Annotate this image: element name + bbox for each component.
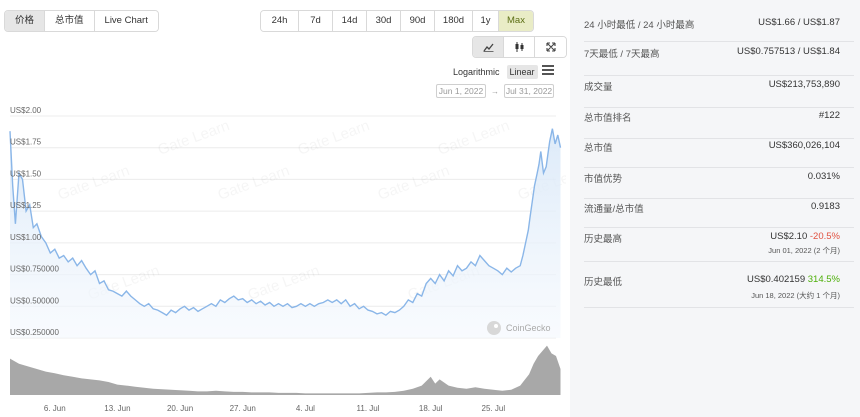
y-tick-label: US$2.00: [10, 106, 42, 115]
atl-change: 314.5%: [807, 274, 840, 285]
tab-market-cap[interactable]: 总市值: [45, 11, 95, 31]
stat-market-cap-rank: 总市值排名 #122: [584, 110, 854, 139]
watermark-text: Gate Learn: [296, 117, 372, 159]
y-tick-label: US$1.00: [10, 233, 42, 242]
stat-all-time-low: 历史最低 US$0.402159 314.5% Jun 18, 2022 (大约…: [584, 274, 854, 308]
tab-price[interactable]: 价格: [5, 11, 46, 31]
date-to-input[interactable]: Jul 31, 2022: [504, 84, 554, 98]
stat-label: 7天最低 / 7天最高: [584, 49, 660, 60]
range-14d[interactable]: 14d: [333, 11, 367, 31]
ath-change: -20.5%: [809, 231, 840, 242]
range-180d[interactable]: 180d: [435, 11, 473, 31]
price-area: [10, 128, 561, 338]
stats-panel: 24 小时最低 / 24 小时最高 US$1.66 / US$1.87 7天最低…: [570, 0, 860, 417]
stat-value: US$2.10 -20.5%: [770, 231, 840, 242]
range-max[interactable]: Max: [499, 11, 533, 31]
tab-live-chart[interactable]: Live Chart: [94, 11, 158, 31]
stat-7d-range: 7天最低 / 7天最高 US$0.757513 / US$1.84: [584, 46, 854, 76]
y-tick-label: US$1.75: [10, 138, 42, 147]
stat-value: 0.031%: [807, 171, 840, 182]
watermark-text: Gate Learn: [56, 162, 132, 204]
stat-label: 市值优势: [584, 174, 623, 185]
stat-value: US$1.66 / US$1.87: [758, 17, 840, 28]
scale-linear[interactable]: Linear: [506, 65, 538, 79]
y-tick-label: US$0.750000: [10, 265, 59, 274]
coingecko-logo: CoinGecko: [487, 321, 551, 335]
stat-value: US$213,753,890: [768, 79, 840, 90]
stat-value: #122: [818, 110, 840, 121]
date-arrow: →: [491, 86, 499, 96]
x-tick-label: 27. Jun: [230, 404, 256, 413]
atl-price: US$0.402159: [747, 274, 806, 285]
y-tick-label: US$1.50: [10, 169, 42, 178]
range-24h[interactable]: 24h: [261, 11, 299, 31]
ath-date: Jun 01, 2022 (2 个月): [768, 246, 840, 255]
stat-market-cap: 总市值 US$360,026,104: [584, 140, 854, 168]
chart-tabs: 价格 总市值 Live Chart: [4, 10, 159, 32]
stat-value: US$0.402159 314.5%: [747, 274, 840, 285]
stat-label: 历史最低: [584, 277, 623, 288]
watermark-text: Gate Learn: [376, 162, 452, 204]
expand-button[interactable]: [535, 37, 566, 57]
x-axis-labels: 6. Jun 13. Jun 20. Jun 27. Jun 4. Jul 11. Jul…: [44, 404, 505, 413]
scale-logarithmic[interactable]: Logarithmic: [450, 65, 503, 79]
chart-panel: 价格 总市值 Live Chart 24h 7d 14d 30d 90d 180…: [0, 0, 567, 417]
volume-area: [10, 345, 561, 395]
expand-icon: [545, 42, 556, 52]
atl-date: Jun 18, 2022 (大约 1 个月): [751, 291, 840, 300]
x-tick-label: 20. Jun: [167, 404, 193, 413]
coingecko-eye: [494, 324, 498, 328]
y-tick-label: US$0.250000: [10, 328, 59, 337]
line-chart-icon: [482, 43, 494, 52]
stat-label: 总市值排名: [584, 113, 632, 124]
stat-all-time-high: 历史最高 US$2.10 -20.5% Jun 01, 2022 (2 个月): [584, 231, 854, 262]
coingecko-icon: [487, 321, 501, 335]
x-tick-label: 6. Jun: [44, 404, 66, 413]
x-tick-label: 13. Jun: [104, 404, 130, 413]
stat-label: 成交量: [584, 82, 613, 93]
stat-label: 总市值: [584, 143, 613, 154]
x-tick-label: 11. Jul: [357, 404, 380, 413]
x-tick-label: 4. Jul: [296, 404, 315, 413]
x-tick-label: 18. Jul: [419, 404, 443, 413]
watermark-text: Gate Learn: [436, 117, 512, 159]
watermark-text: Gate Learn: [156, 117, 232, 159]
stat-market-dominance: 市值优势 0.031%: [584, 171, 854, 199]
price-chart: Gate Learn Gate Learn Gate LearnGate Learn…: [9, 106, 566, 413]
chart-menu-icon[interactable]: [542, 65, 554, 75]
y-tick-label: US$1.25: [10, 201, 42, 210]
line-chart-button[interactable]: [473, 37, 504, 57]
range-90d[interactable]: 90d: [401, 11, 435, 31]
scale-toggle: Logarithmic Linear: [450, 65, 538, 79]
ath-price: US$2.10: [770, 231, 808, 242]
date-range: Jun 1, 2022 → Jul 31, 2022: [436, 84, 554, 98]
stat-value: 0.9183: [810, 201, 840, 212]
candlestick-icon: [515, 42, 523, 52]
x-tick-label: 25. Jul: [482, 404, 506, 413]
stat-volume: 成交量 US$213,753,890: [584, 79, 854, 108]
stat-label: 流通量/总市值: [584, 204, 644, 215]
stat-label: 24 小时最低 / 24 小时最高: [584, 20, 695, 31]
stat-24h-range: 24 小时最低 / 24 小时最高 US$1.66 / US$1.87: [584, 17, 854, 42]
range-7d[interactable]: 7d: [299, 11, 333, 31]
range-1y[interactable]: 1y: [473, 11, 499, 31]
coingecko-text: CoinGecko: [506, 323, 551, 333]
watermark-text: Gate Learn: [246, 262, 322, 304]
time-range-selector: 24h 7d 14d 30d 90d 180d 1y Max: [260, 10, 534, 32]
stat-value: US$360,026,104: [768, 140, 840, 151]
chart-type-selector: [472, 36, 567, 58]
y-tick-label: US$0.500000: [10, 296, 59, 305]
candlestick-button[interactable]: [504, 37, 535, 57]
range-30d[interactable]: 30d: [367, 11, 401, 31]
stat-value: US$0.757513 / US$1.84: [737, 46, 840, 57]
stat-label: 历史最高: [584, 234, 623, 245]
stat-circulating-ratio: 流通量/总市值 0.9183: [584, 201, 854, 228]
date-from-input[interactable]: Jun 1, 2022: [436, 84, 486, 98]
watermark-text: Gate Learn: [216, 162, 292, 204]
